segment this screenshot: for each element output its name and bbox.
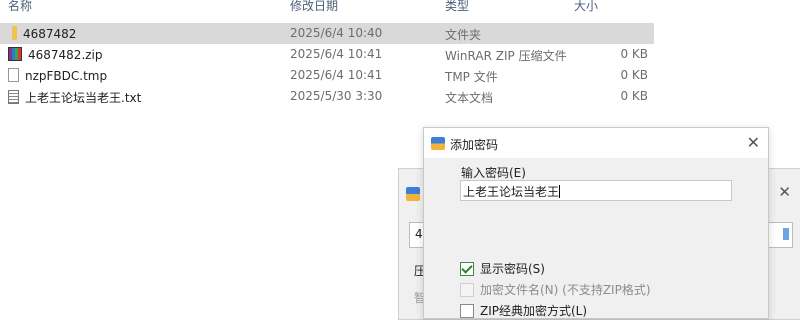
show-password-option[interactable]: 显示密码(S)	[460, 260, 545, 277]
add-password-dialog: 添加密码 ✕ 输入密码(E) 上老王论坛当老王 显示密码(S) 加密文件名(N)…	[423, 127, 769, 319]
file-size: 0 KB	[620, 89, 648, 103]
file-name: 4687482.zip	[28, 48, 103, 62]
file-type: WinRAR ZIP 压缩文件	[445, 49, 567, 63]
browse-button[interactable]	[783, 228, 789, 240]
zip-legacy-checkbox[interactable]	[460, 304, 474, 318]
column-header-type[interactable]: 类型	[445, 0, 469, 14]
dialog-titlebar: 添加密码 ✕	[424, 128, 768, 158]
dialog-title: 添加密码	[450, 138, 499, 152]
file-row-folder[interactable]: 4687482 2025/6/4 10:40 文件夹	[0, 23, 654, 44]
text-caret	[559, 185, 561, 198]
winrar-icon	[431, 137, 445, 150]
password-label: 输入密码(E)	[461, 166, 526, 180]
file-list-header: 名称 修改日期 类型 大小	[0, 0, 800, 16]
encrypt-filenames-checkbox	[460, 283, 474, 297]
file-row-txt[interactable]: 上老王论坛当老王.txt 2025/5/30 3:30 文本文档 0 KB	[0, 86, 654, 107]
zip-legacy-encryption-option[interactable]: ZIP经典加密方式(L)	[460, 302, 587, 319]
file-type: 文件夹	[445, 28, 482, 42]
file-size: 0 KB	[620, 47, 648, 61]
column-header-size[interactable]: 大小	[574, 0, 598, 14]
file-date: 2025/5/30 3:30	[290, 89, 383, 103]
file-name: 上老王论坛当老王.txt	[25, 91, 142, 105]
password-input[interactable]: 上老王论坛当老王	[460, 180, 732, 201]
file-name: 4687482	[23, 27, 77, 41]
folder-icon	[12, 26, 17, 40]
text-file-icon	[8, 90, 19, 104]
file-type: 文本文档	[445, 91, 494, 105]
close-button[interactable]: ✕	[747, 133, 760, 152]
column-header-date[interactable]: 修改日期	[290, 0, 338, 14]
file-row-tmp[interactable]: nzpFBDC.tmp 2025/6/4 10:41 TMP 文件 0 KB	[0, 65, 654, 86]
file-date: 2025/6/4 10:40	[290, 26, 383, 40]
blank-file-icon	[8, 68, 19, 82]
file-date: 2025/6/4 10:41	[290, 68, 383, 82]
archive-name-value: 4	[415, 227, 423, 241]
password-value: 上老王论坛当老王	[463, 185, 560, 199]
file-row-zip[interactable]: 4687482.zip 2025/6/4 10:41 WinRAR ZIP 压缩…	[0, 44, 654, 65]
encrypt-filenames-label: 加密文件名(N) (不支持ZIP格式)	[480, 283, 651, 297]
file-type: TMP 文件	[445, 70, 498, 84]
close-icon[interactable]: ✕	[778, 183, 791, 201]
winrar-archive-icon	[8, 47, 22, 61]
file-name: nzpFBDC.tmp	[25, 69, 108, 83]
show-password-checkbox[interactable]	[460, 262, 474, 276]
file-date: 2025/6/4 10:41	[290, 47, 383, 61]
column-header-name[interactable]: 名称	[8, 0, 32, 14]
zip-legacy-label: ZIP经典加密方式(L)	[480, 304, 588, 318]
encrypt-filenames-option: 加密文件名(N) (不支持ZIP格式)	[460, 281, 651, 298]
file-size: 0 KB	[620, 68, 648, 82]
winrar-icon	[406, 187, 420, 201]
show-password-label: 显示密码(S)	[480, 262, 545, 276]
